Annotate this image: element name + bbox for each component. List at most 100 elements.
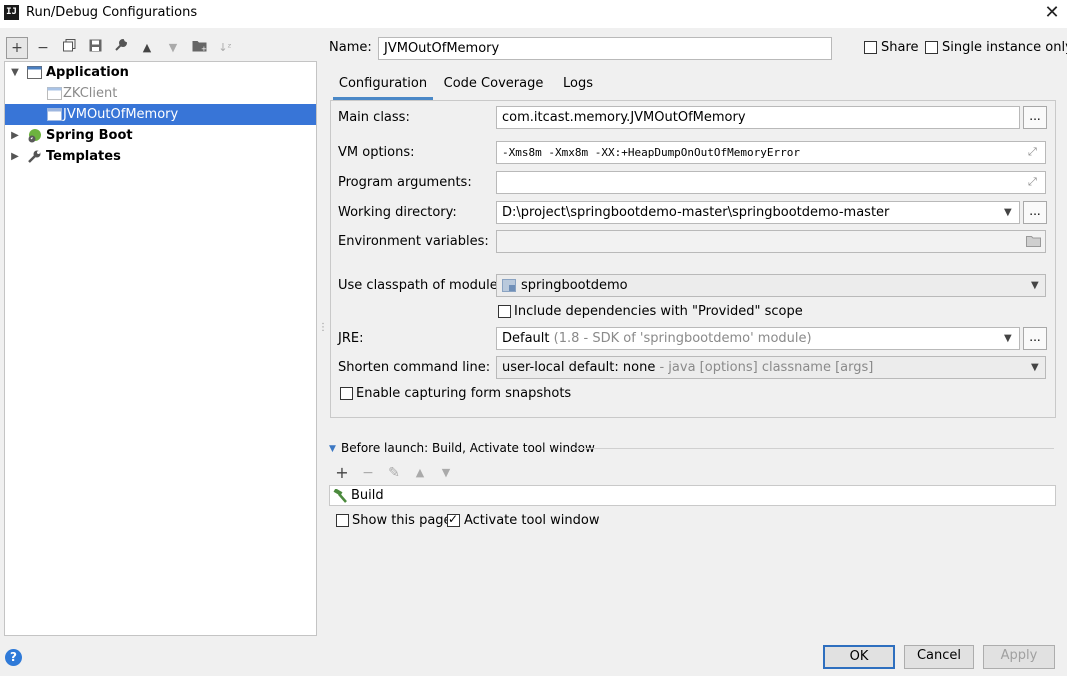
tab-logs[interactable]: Logs [556, 74, 600, 100]
capture-snapshots-checkbox[interactable] [340, 387, 353, 400]
splitter-handle[interactable]: ⋮ [318, 323, 328, 342]
tree-item-label: Spring Boot [46, 128, 133, 143]
folder-icon[interactable] [1026, 235, 1041, 247]
classpath-module-select[interactable]: springbootdemo [496, 274, 1046, 297]
include-dependencies-label: Include dependencies with "Provided" sco… [514, 304, 803, 319]
arrow-up-icon: ▲ [142, 41, 152, 54]
chevron-down-icon[interactable]: ▼ [1031, 280, 1039, 291]
program-arguments-input[interactable] [496, 171, 1046, 194]
share-label: Share [881, 40, 919, 55]
name-input[interactable]: JVMOutOfMemory [378, 37, 832, 60]
collapse-before-launch-icon[interactable]: ▼ [329, 444, 336, 454]
save-configuration-button[interactable] [84, 38, 106, 58]
jre-value: Default [502, 331, 550, 346]
tree-item-label: ZKClient [63, 86, 118, 101]
move-down-button[interactable]: ▼ [162, 38, 184, 58]
tree-item-templates[interactable]: ▶ Templates [5, 146, 316, 167]
vm-options-label: VM options: [338, 145, 415, 160]
arrow-down-icon: ▼ [168, 41, 178, 54]
expand-icon[interactable]: ⤢ [1028, 145, 1037, 159]
jre-label: JRE: [338, 331, 364, 346]
tree-item-application[interactable]: ▼ Application [5, 62, 316, 83]
shorten-command-line-select[interactable]: user-local default: none - java [options… [496, 356, 1046, 379]
expand-icon[interactable]: ⤢ [1028, 175, 1037, 189]
chevron-down-icon[interactable]: ▼ [1004, 207, 1012, 218]
environment-variables-input[interactable] [496, 230, 1046, 253]
working-directory-label: Working directory: [338, 205, 457, 220]
sort-icon: ↓ᶻ [218, 41, 232, 54]
before-launch-item-build: Build [351, 488, 384, 503]
add-task-button[interactable]: + [331, 463, 353, 483]
edit-task-button[interactable]: ✎ [383, 463, 405, 483]
show-this-page-checkbox[interactable] [336, 514, 349, 527]
move-up-button[interactable]: ▲ [136, 38, 158, 58]
activate-tool-window-checkbox[interactable] [447, 512, 460, 527]
add-configuration-button[interactable]: + [6, 37, 28, 59]
chevron-right-icon[interactable]: ▶ [9, 125, 21, 146]
before-launch-list[interactable]: Build [329, 485, 1056, 506]
copy-configuration-button[interactable] [58, 38, 80, 58]
vm-options-input[interactable]: -Xms8m -Xmx8m -XX:+HeapDumpOnOutOfMemory… [496, 141, 1046, 164]
module-icon [502, 279, 516, 292]
tree-item-jvmoutofmemory[interactable]: JVMOutOfMemory [5, 104, 316, 125]
save-icon [89, 39, 101, 52]
plus-icon: + [11, 40, 23, 56]
configuration-tree[interactable]: ▼ Application ZKClient JVMOutOfMemory ▶ … [4, 61, 317, 636]
separator-line [572, 448, 1054, 449]
edit-defaults-button[interactable] [110, 38, 132, 58]
shorten-command-line-label: Shorten command line: [338, 360, 491, 375]
arrow-down-icon: ▼ [441, 466, 451, 479]
tree-item-label: Templates [46, 149, 121, 164]
name-label: Name: [329, 40, 372, 55]
chevron-right-icon[interactable]: ▶ [9, 146, 21, 167]
tree-item-spring-boot[interactable]: ▶ Spring Boot [5, 125, 316, 146]
share-checkbox[interactable] [864, 41, 877, 54]
browse-main-class-button[interactable]: ... [1023, 106, 1047, 129]
help-icon[interactable]: ? [5, 649, 22, 666]
chevron-down-icon[interactable]: ▼ [1004, 333, 1012, 344]
show-this-page-label: Show this page [352, 513, 452, 528]
svg-text:+: + [201, 45, 207, 52]
main-class-label: Main class: [338, 110, 410, 125]
tab-code-coverage[interactable]: Code Coverage [440, 74, 547, 100]
minus-icon: − [37, 40, 49, 56]
jre-hint: (1.8 - SDK of 'springbootdemo' module) [553, 331, 812, 346]
arrow-up-icon: ▲ [415, 466, 425, 479]
classpath-module-label: Use classpath of module: [338, 278, 503, 293]
wrench-icon [28, 150, 41, 163]
chevron-down-icon[interactable]: ▼ [9, 62, 21, 83]
close-window-button[interactable]: ✕ [1040, 2, 1064, 24]
browse-jre-button[interactable]: ... [1023, 327, 1047, 350]
include-dependencies-checkbox[interactable] [498, 305, 511, 318]
copy-icon [62, 39, 75, 52]
activate-tool-window-label: Activate tool window [464, 513, 600, 528]
working-directory-input[interactable]: D:\project\springbootdemo-master\springb… [496, 201, 1020, 224]
cancel-button[interactable]: Cancel [904, 645, 974, 669]
tab-configuration[interactable]: Configuration [333, 74, 433, 100]
chevron-down-icon[interactable]: ▼ [1031, 362, 1039, 373]
main-class-input[interactable]: com.itcast.memory.JVMOutOfMemory [496, 106, 1020, 129]
jre-select[interactable]: Default (1.8 - SDK of 'springbootdemo' m… [496, 327, 1020, 350]
application-icon [27, 66, 42, 79]
hammer-icon [333, 489, 347, 503]
sort-configurations-button[interactable]: ↓ᶻ [214, 38, 236, 58]
folder-icon: + [192, 41, 207, 53]
move-into-folder-button[interactable]: + [188, 38, 210, 58]
ok-button[interactable]: OK [823, 645, 895, 669]
tree-item-label: JVMOutOfMemory [63, 107, 179, 122]
remove-configuration-button[interactable]: − [32, 38, 54, 58]
minus-icon: − [362, 465, 374, 481]
single-instance-label: Single instance only [942, 40, 1067, 55]
remove-task-button[interactable]: − [357, 463, 379, 483]
move-task-down-button[interactable]: ▼ [435, 463, 457, 483]
capture-snapshots-label: Enable capturing form snapshots [356, 386, 572, 401]
classpath-module-value: springbootdemo [521, 278, 628, 293]
single-instance-checkbox[interactable] [925, 41, 938, 54]
move-task-up-button[interactable]: ▲ [409, 463, 431, 483]
close-icon: ✕ [1044, 2, 1060, 23]
browse-working-directory-button[interactable]: ... [1023, 201, 1047, 224]
apply-button[interactable]: Apply [983, 645, 1055, 669]
spring-boot-icon [28, 129, 41, 143]
tree-item-zkclient[interactable]: ZKClient [5, 83, 316, 104]
plus-icon: + [335, 463, 349, 482]
